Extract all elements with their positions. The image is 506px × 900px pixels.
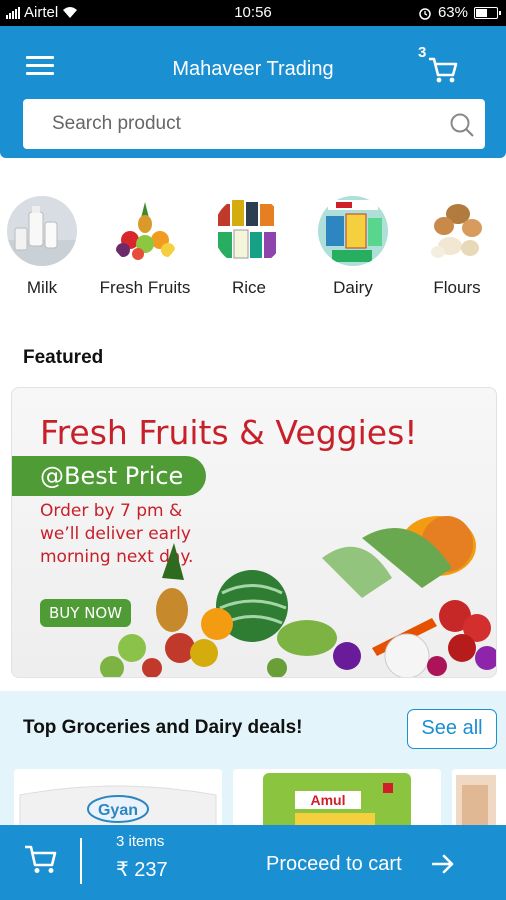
search-input[interactable] — [23, 99, 443, 149]
category-label: Fresh Fruits — [99, 278, 191, 297]
category-list: Milk Fresh Fruits Rice Dairy Flours — [0, 196, 506, 306]
vegetables-illustration — [100, 516, 496, 677]
cart-icon[interactable] — [24, 843, 58, 875]
search-icon[interactable] — [449, 112, 475, 138]
category-flours[interactable]: Flours — [402, 196, 506, 298]
divider — [80, 838, 82, 884]
banner-price-tag: @Best Price — [12, 456, 206, 496]
category-rice[interactable]: Rice — [194, 196, 304, 298]
header-cart-button[interactable]: 3 — [418, 44, 464, 84]
product-brand: Gyan — [98, 802, 138, 819]
cart-total: ₹ 237 — [116, 859, 168, 881]
rice-packs-icon — [214, 196, 284, 266]
category-label: Milk — [26, 278, 58, 297]
app-header: Mahaveer Trading 3 — [0, 26, 506, 158]
status-bar: Airtel 10:56 63% — [0, 0, 506, 26]
category-fresh-fruits[interactable]: Fresh Fruits — [90, 196, 200, 298]
category-label: Rice — [231, 278, 266, 297]
category-dairy[interactable]: Dairy — [298, 196, 408, 298]
category-label: Flours — [433, 278, 481, 297]
product-brand: Amul — [311, 792, 346, 808]
deals-heading: Top Groceries and Dairy deals! — [23, 717, 303, 738]
cart-items-count: 3 items — [116, 833, 165, 850]
proceed-to-cart-button[interactable]: Proceed to cart — [266, 853, 402, 876]
cart-count-badge: 3 — [418, 44, 427, 61]
battery-icon — [474, 6, 501, 19]
dairy-products-icon — [318, 196, 388, 266]
alarm-icon — [419, 7, 431, 20]
battery-percent: 63% — [437, 4, 468, 21]
flour-icon — [422, 196, 492, 266]
search-bar — [23, 99, 485, 149]
cart-icon — [429, 57, 458, 83]
banner-headline: Fresh Fruits & Veggies! — [40, 413, 418, 452]
fruit-basket-icon — [110, 196, 180, 266]
featured-heading: Featured — [23, 347, 104, 368]
checkout-bar: 3 items ₹ 237 Proceed to cart — [0, 825, 506, 900]
category-label: Dairy — [333, 278, 373, 297]
featured-banner[interactable]: Fresh Fruits & Veggies! @Best Price Orde… — [11, 387, 497, 678]
see-all-button[interactable]: See all — [407, 709, 497, 749]
arrow-right-icon[interactable] — [432, 854, 454, 874]
category-milk[interactable]: Milk — [0, 196, 97, 298]
milk-bottles-icon — [7, 196, 77, 266]
